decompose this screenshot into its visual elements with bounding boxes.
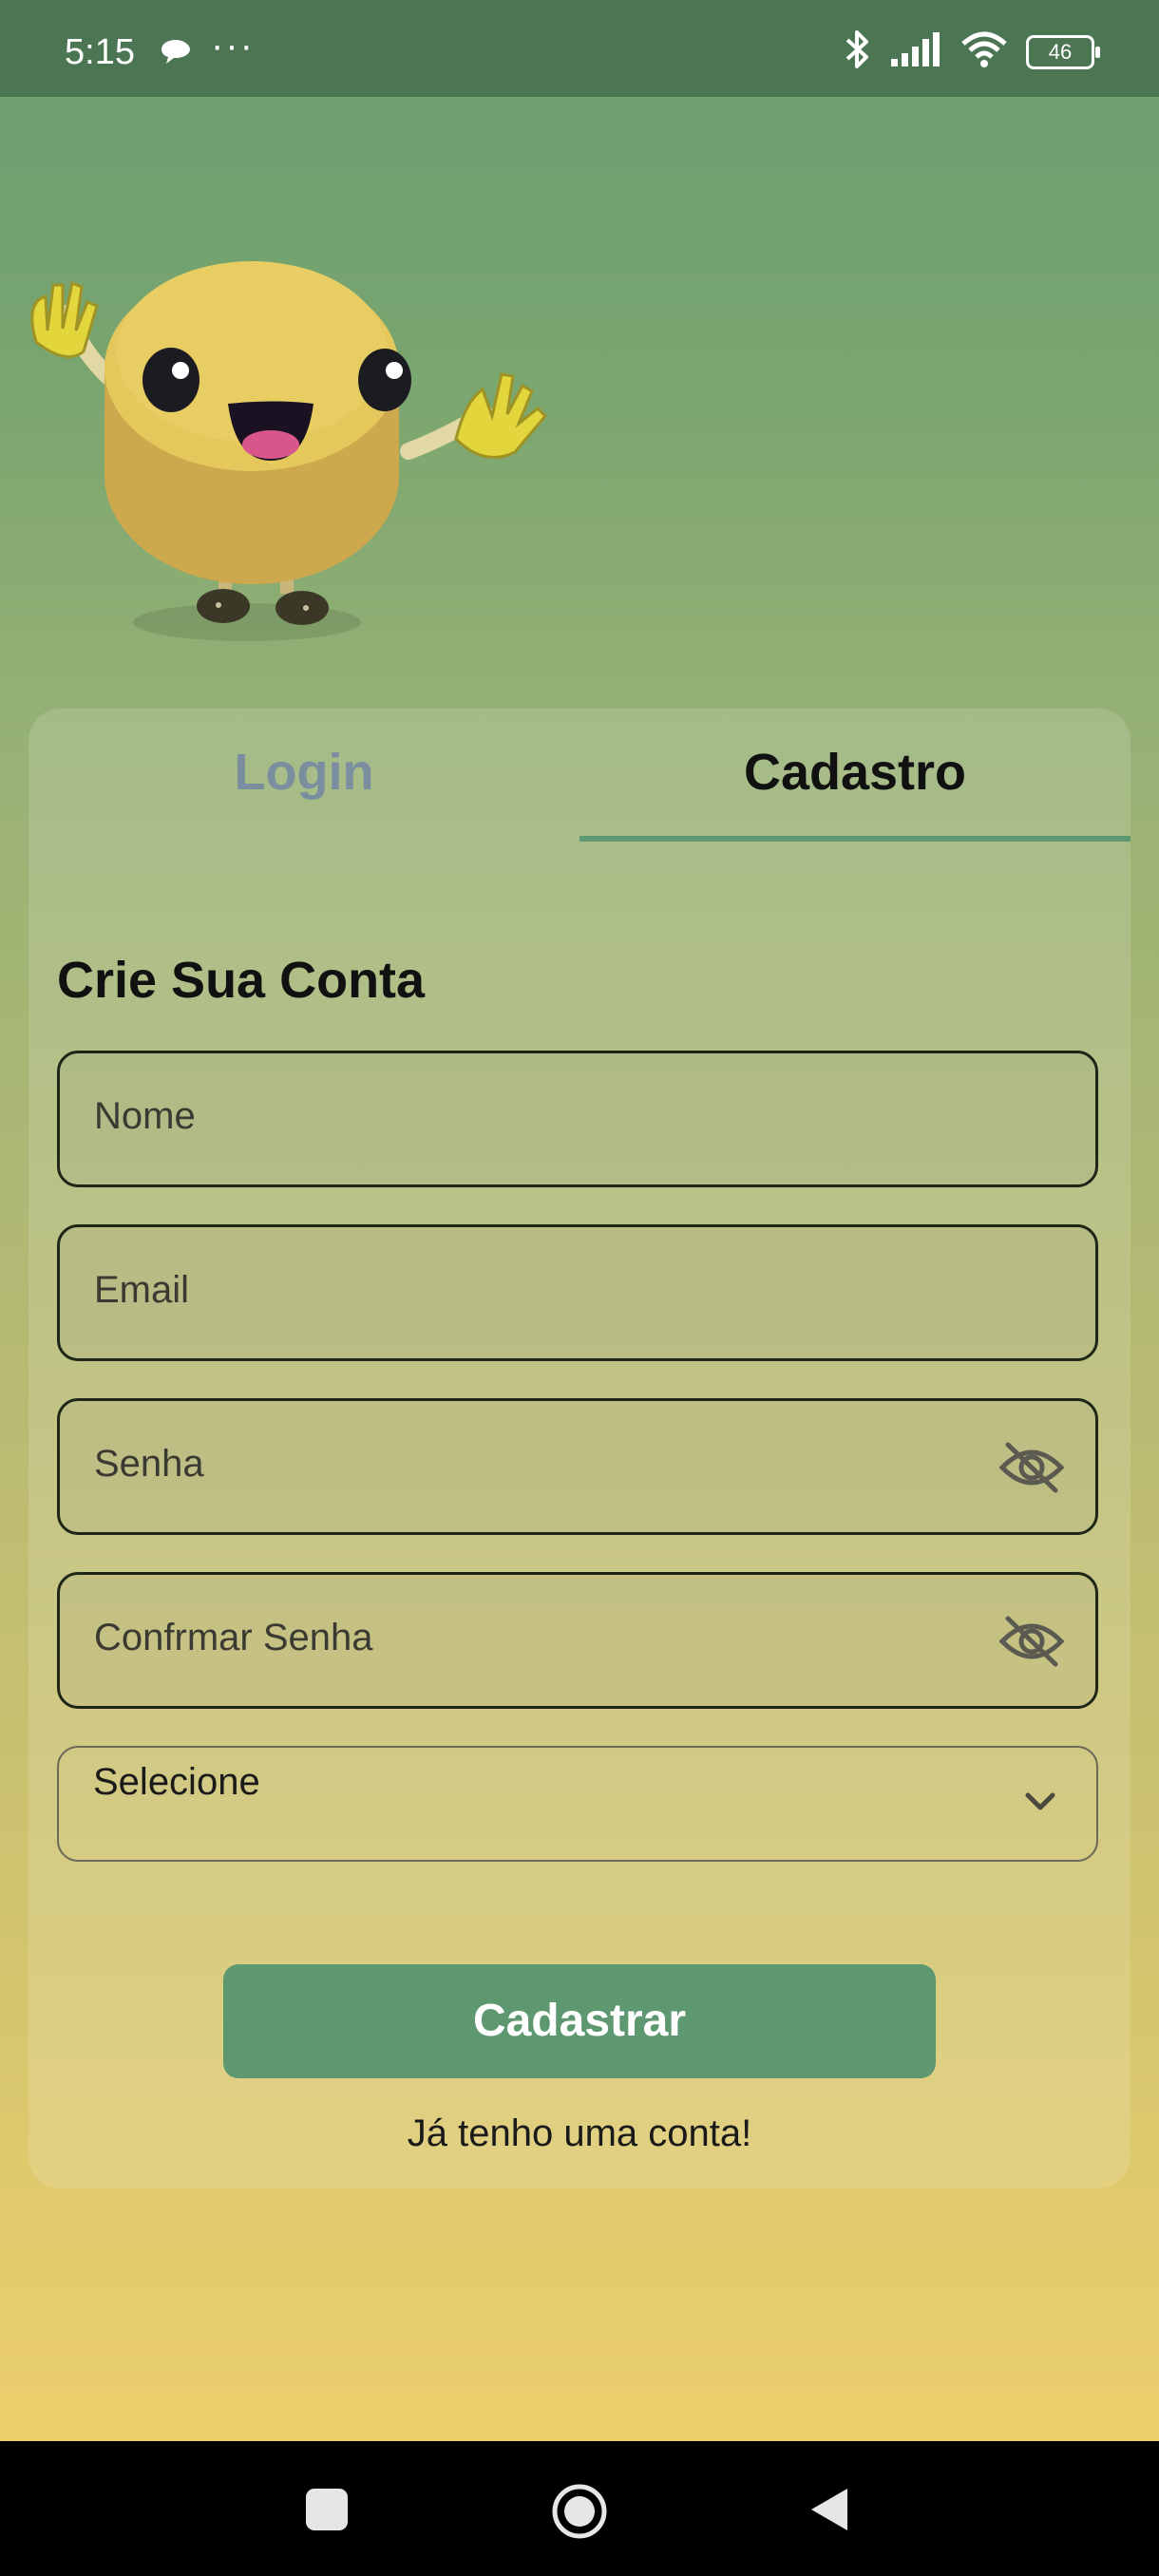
name-field[interactable]: Nome bbox=[57, 1051, 1098, 1187]
password-field-placeholder: Senha bbox=[94, 1443, 204, 1485]
cadastrar-button[interactable]: Cadastrar bbox=[223, 1964, 936, 2078]
confirm-password-field[interactable]: Confrmar Senha bbox=[57, 1572, 1098, 1709]
name-field-placeholder: Nome bbox=[94, 1095, 196, 1137]
chevron-down-icon bbox=[1024, 1791, 1056, 1817]
status-time: 5:15 bbox=[65, 32, 135, 72]
battery-icon: 46 bbox=[1026, 34, 1100, 69]
nav-back-icon[interactable] bbox=[808, 2485, 851, 2539]
nav-home-icon[interactable] bbox=[551, 2483, 608, 2545]
status-bar: 5:15 ··· 46 bbox=[0, 0, 1159, 97]
tab-cadastro[interactable]: Cadastro bbox=[580, 743, 1130, 802]
role-select[interactable]: Selecione bbox=[57, 1746, 1098, 1862]
email-field[interactable]: Email bbox=[57, 1224, 1098, 1361]
wifi-icon bbox=[960, 30, 1009, 73]
active-tab-indicator bbox=[580, 836, 1130, 842]
auth-card: Login Cadastro Crie Sua Conta Nome Email… bbox=[28, 709, 1130, 2188]
role-select-value: Selecione bbox=[93, 1761, 260, 1803]
confirm-password-placeholder: Confrmar Senha bbox=[94, 1617, 373, 1658]
have-account-link[interactable]: Já tenho uma conta! bbox=[28, 2112, 1130, 2155]
mascot-image bbox=[28, 247, 570, 655]
tab-login[interactable]: Login bbox=[28, 743, 580, 802]
status-more-dots: ··· bbox=[211, 25, 255, 66]
bluetooth-icon bbox=[844, 28, 872, 75]
signal-icon bbox=[889, 30, 942, 73]
system-nav-bar bbox=[0, 2441, 1159, 2576]
chat-bubble-icon bbox=[160, 38, 192, 71]
email-field-placeholder: Email bbox=[94, 1269, 190, 1311]
eye-off-icon[interactable] bbox=[998, 1439, 1065, 1501]
nav-recents-icon[interactable] bbox=[306, 2489, 348, 2530]
eye-off-icon[interactable] bbox=[998, 1613, 1065, 1675]
password-field[interactable]: Senha bbox=[57, 1398, 1098, 1535]
form-title: Crie Sua Conta bbox=[57, 952, 426, 1009]
